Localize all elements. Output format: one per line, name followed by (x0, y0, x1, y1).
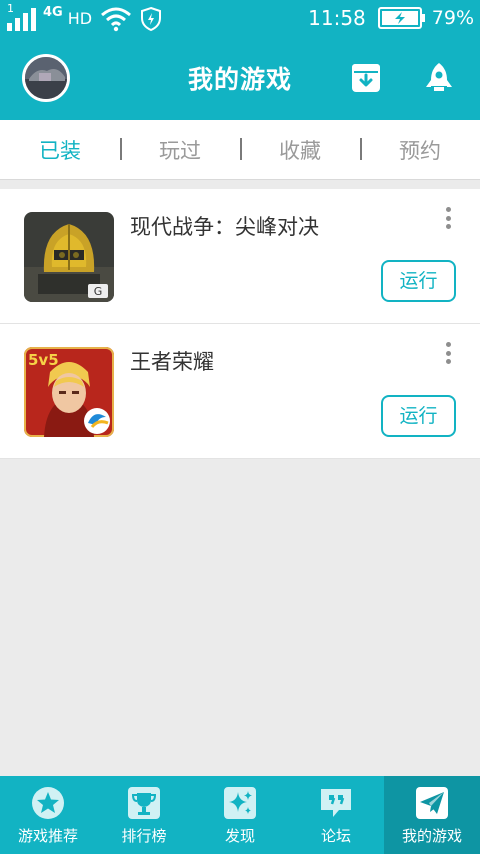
hd-label: HD (67, 9, 93, 28)
download-box-icon[interactable] (350, 62, 382, 94)
tab-installed[interactable]: 已装 (0, 135, 120, 165)
svg-text:G: G (94, 285, 103, 298)
nav-label: 论坛 (320, 827, 351, 845)
status-right: 11:58 79% (308, 6, 474, 30)
status-bar: 1 4G HD 11:58 79% (0, 0, 480, 36)
hero-portrait-icon: 5v5 (24, 347, 114, 437)
svg-text:5v5: 5v5 (28, 351, 59, 369)
trophy-icon (128, 787, 160, 819)
network-type: 4G (43, 5, 63, 20)
soldier-helmet-icon: G (24, 212, 114, 302)
clock: 11:58 (308, 6, 366, 30)
more-options-icon[interactable] (444, 207, 452, 229)
sim-index: 1 (7, 2, 14, 15)
quote-bubble-icon (321, 789, 351, 817)
list-item[interactable]: 5v5 王者荣耀 运行 (0, 324, 480, 459)
page-title: 我的游戏 (187, 65, 292, 94)
nav-ranking[interactable]: 排行榜 (96, 776, 192, 854)
app-header: 我的游戏 (0, 36, 480, 120)
paper-plane-icon (416, 787, 448, 819)
game-list: G 现代战争：尖峰对决 运行 5v5 王者荣耀 运行 (0, 189, 480, 459)
nav-label: 排行榜 (121, 827, 167, 845)
sparkle-icon (224, 787, 256, 819)
wifi-icon (101, 7, 132, 32)
nav-label: 我的游戏 (401, 827, 462, 845)
nav-label: 发现 (224, 827, 255, 845)
nav-label: 游戏推荐 (17, 827, 78, 845)
nav-my-games[interactable]: 我的游戏 (384, 776, 480, 854)
status-left: 1 4G HD (6, 2, 162, 32)
tab-favorites[interactable]: 收藏 (240, 135, 360, 165)
rocket-icon[interactable] (423, 62, 455, 94)
battery-icon (377, 7, 425, 29)
list-item[interactable]: G 现代战争：尖峰对决 运行 (0, 189, 480, 324)
more-options-icon[interactable] (444, 342, 452, 364)
shield-icon (141, 6, 162, 32)
bottom-nav: 游戏推荐 排行榜 发现 论坛 我的游戏 (0, 776, 480, 854)
tab-bar: 已装 玩过 收藏 预约 (0, 120, 480, 180)
tab-reserved[interactable]: 预约 (360, 135, 480, 165)
nav-discover[interactable]: 发现 (192, 776, 288, 854)
game-title: 现代战争：尖峰对决 (130, 215, 319, 239)
game-title: 王者荣耀 (130, 350, 214, 374)
nav-forum[interactable]: 论坛 (288, 776, 384, 854)
run-button[interactable]: 运行 (381, 260, 456, 302)
run-button[interactable]: 运行 (381, 395, 456, 437)
battery-percent: 79% (431, 7, 474, 29)
nav-recommended[interactable]: 游戏推荐 (0, 776, 96, 854)
tab-played[interactable]: 玩过 (120, 135, 240, 165)
star-icon (32, 787, 64, 819)
